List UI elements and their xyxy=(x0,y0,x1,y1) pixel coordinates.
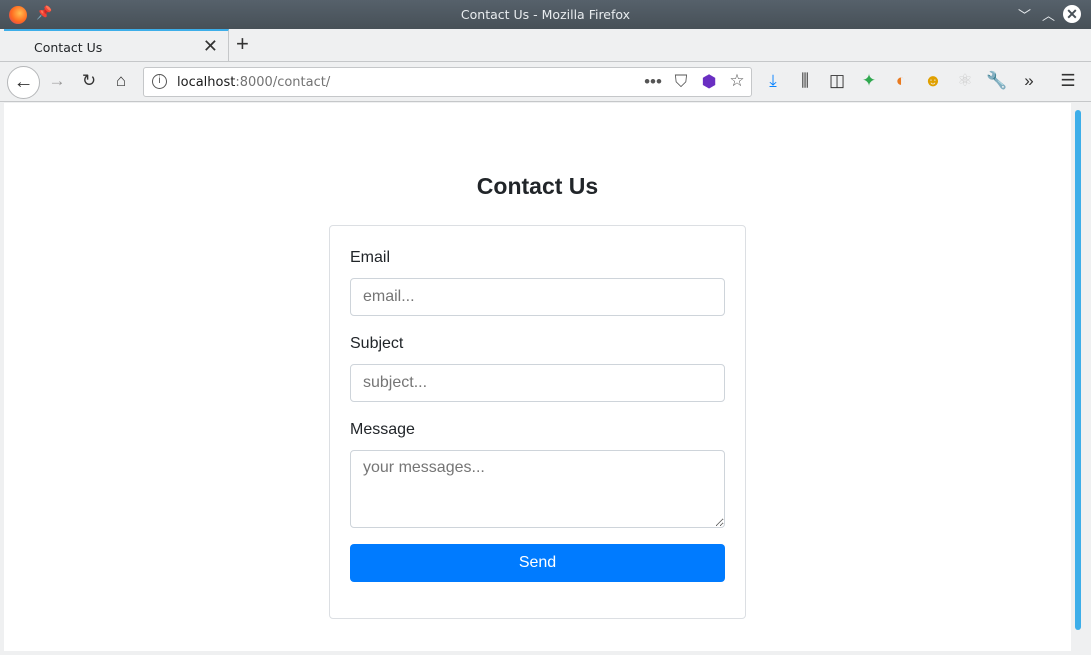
window-titlebar: 📌 Contact Us - Mozilla Firefox ﹀ ︿ ✕ xyxy=(0,0,1091,29)
nav-toolbar: ← → ↻ ⌂ i localhost:8000/contact/ ••• ⛉ … xyxy=(0,61,1091,102)
close-tab-icon[interactable]: ✕ xyxy=(203,36,218,57)
home-icon[interactable]: ⌂ xyxy=(110,71,132,91)
pocket-icon[interactable]: ⛉ xyxy=(670,72,692,92)
s-extension-icon[interactable]: ◐ xyxy=(890,71,912,91)
email-label: Email xyxy=(350,249,391,266)
url-path: :8000/contact/ xyxy=(235,75,331,90)
react-devtools-icon[interactable]: ⚛ xyxy=(954,71,976,91)
reload-icon[interactable]: ↻ xyxy=(78,71,100,91)
subject-label: Subject xyxy=(350,335,404,352)
tab-label: Contact Us xyxy=(34,40,103,55)
extension-cube-icon[interactable]: ⬢ xyxy=(698,72,720,92)
menu-icon[interactable]: ☰ xyxy=(1057,71,1079,91)
wrench-icon[interactable]: 🔧 xyxy=(986,71,1008,91)
page-content: Contact Us Email Subject Message Send xyxy=(4,103,1071,651)
forward-icon[interactable]: → xyxy=(46,71,68,91)
back-icon[interactable]: ← xyxy=(7,66,40,99)
message-label: Message xyxy=(350,421,415,438)
sidebar-icon[interactable]: ◫ xyxy=(826,71,848,91)
scrollbar[interactable] xyxy=(1075,110,1081,630)
close-window-icon[interactable]: ✕ xyxy=(1063,5,1081,23)
subject-field[interactable] xyxy=(350,364,725,402)
new-tab-icon[interactable]: + xyxy=(236,31,249,57)
url-host: localhost xyxy=(177,75,236,90)
page-title: Contact Us xyxy=(476,173,599,199)
window-title: Contact Us - Mozilla Firefox xyxy=(460,7,631,22)
tab-bar: Contact Us ✕ + xyxy=(0,29,1091,61)
url-text: localhost:8000/contact/ xyxy=(177,75,330,90)
maximize-icon[interactable]: ︿ xyxy=(1042,5,1055,24)
info-icon[interactable]: i xyxy=(152,74,167,89)
library-icon[interactable]: ⫼ xyxy=(794,71,816,91)
message-field[interactable] xyxy=(350,450,725,528)
contact-form: Email Subject Message Send xyxy=(329,225,746,619)
more-actions-icon[interactable]: ••• xyxy=(642,72,664,92)
overflow-icon[interactable]: » xyxy=(1018,71,1040,91)
smiley-icon[interactable]: ☻ xyxy=(922,71,944,91)
fox-extension-icon[interactable]: ✦ xyxy=(858,71,880,91)
url-bar[interactable]: i localhost:8000/contact/ ••• ⛉ ⬢ ☆ xyxy=(143,67,752,97)
bookmark-star-icon[interactable]: ☆ xyxy=(726,71,748,91)
download-icon[interactable]: ⤓ xyxy=(762,71,784,91)
minimize-icon[interactable]: ﹀ xyxy=(1018,5,1031,24)
tab-contact-us[interactable]: Contact Us ✕ xyxy=(4,29,229,61)
email-field[interactable] xyxy=(350,278,725,316)
send-button[interactable]: Send xyxy=(350,544,725,582)
